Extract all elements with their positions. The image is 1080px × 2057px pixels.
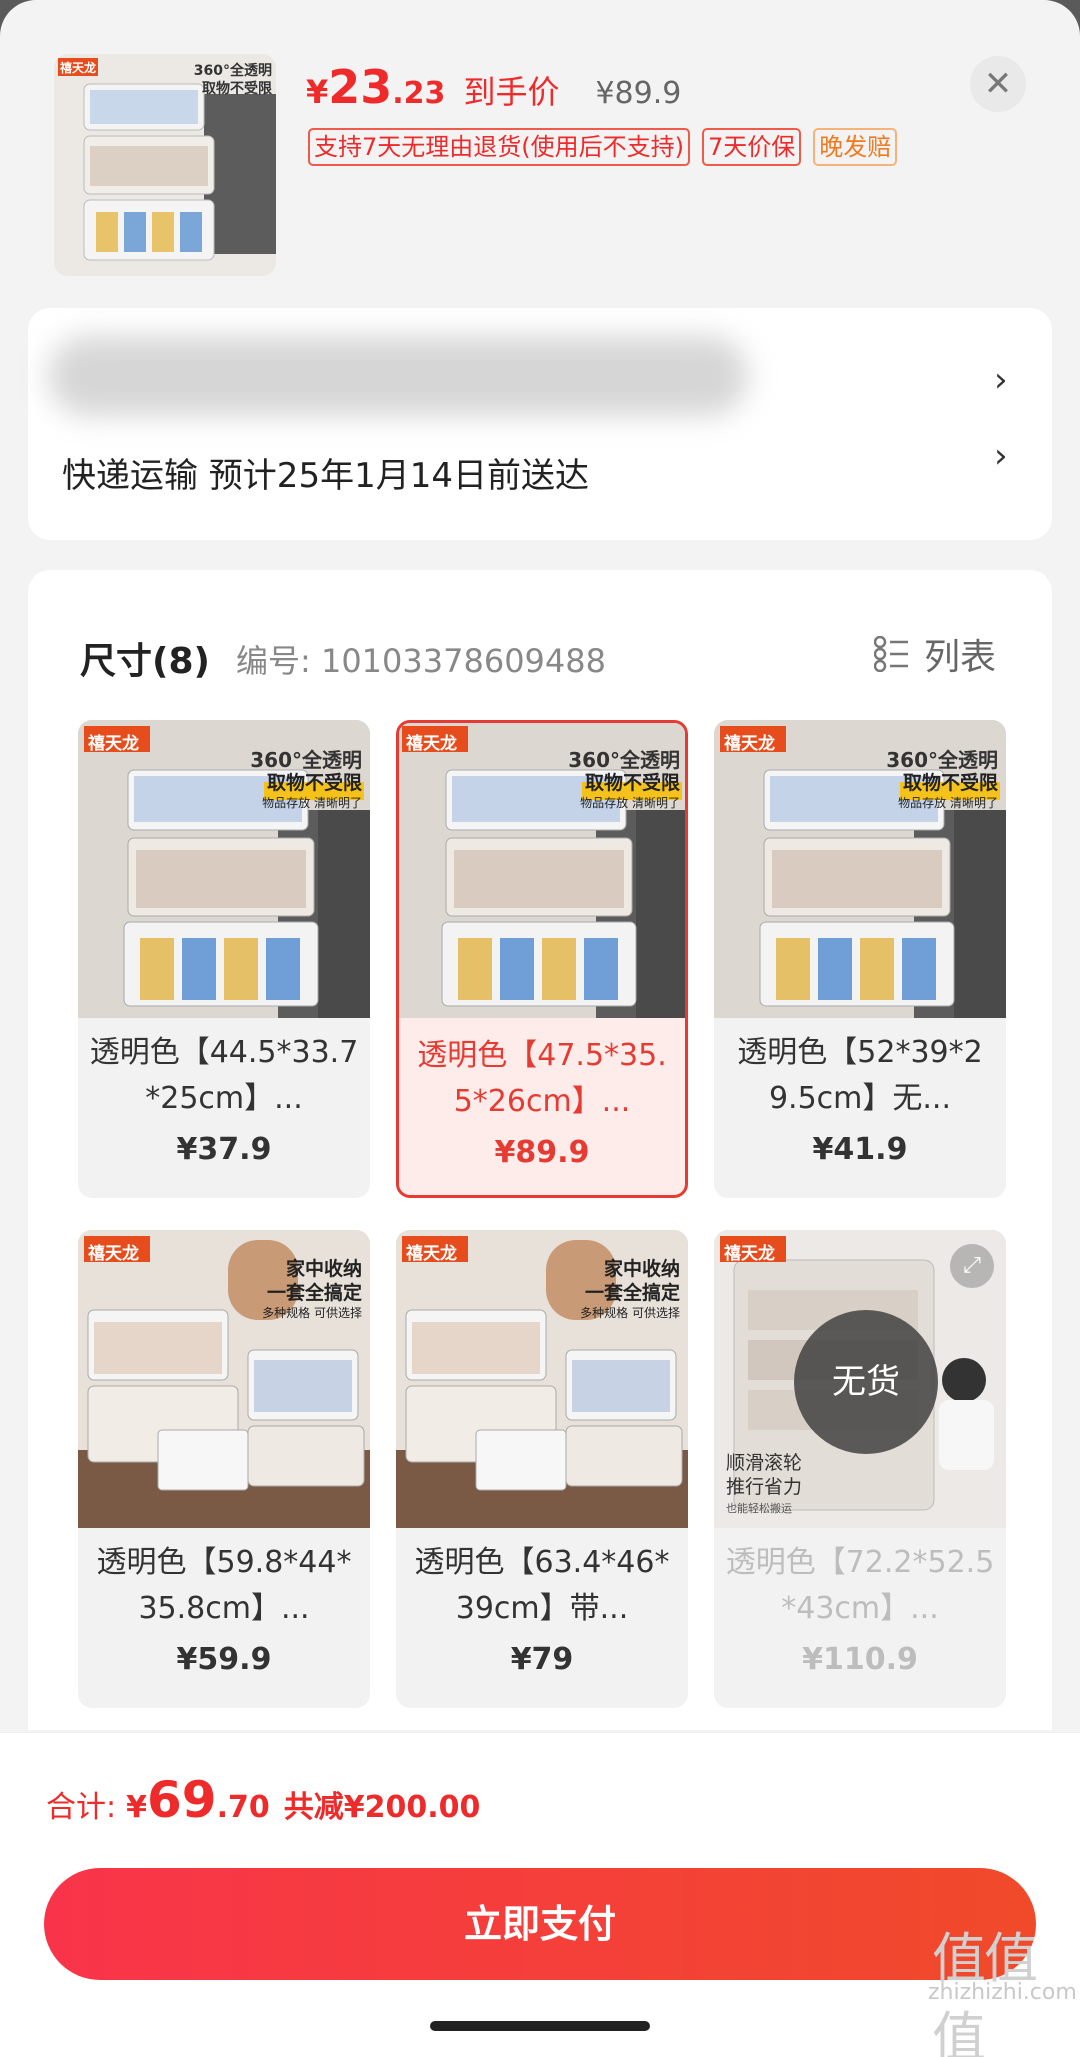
size-option-image: 禧天龙 360°全透明 取物不受限 物品存放 清晰明了 xyxy=(714,720,1006,1018)
slogan-2: 一套全搞定 xyxy=(266,1282,362,1304)
size-card: 尺寸(8) 编号: 10103378609488 列表 禧天龙 360°全透明 … xyxy=(28,570,1052,1730)
slogan-3: 物品存放 清晰明了 xyxy=(898,796,998,810)
list-toggle-label: 列表 xyxy=(924,637,997,678)
list-icon xyxy=(874,636,908,672)
thumb-brand-label: 禧天龙 xyxy=(60,61,97,75)
size-option-image: 禧天龙 360°全透明 取物不受限 物品存放 清晰明了 xyxy=(78,720,370,1018)
size-option-name: 透明色【63.4*46*39cm】带... xyxy=(414,1545,670,1626)
slogan-1: 家中收纳 xyxy=(603,1258,680,1280)
return-policy-badge[interactable]: 支持7天无理由退货(使用后不支持) xyxy=(308,128,690,166)
pay-now-button[interactable]: 立即支付 xyxy=(44,1868,1036,1980)
slogan-1: 顺滑滚轮 xyxy=(726,1452,803,1474)
home-indicator[interactable] xyxy=(430,2021,650,2031)
soldout-badge: 无货 xyxy=(794,1310,938,1454)
close-icon: ✕ xyxy=(983,64,1013,104)
thumb-slogan-2: 取物不受限 xyxy=(202,81,272,97)
slogan-3: 多种规格 可供选择 xyxy=(580,1306,680,1320)
brand-label: 禧天龙 xyxy=(406,734,457,754)
size-option-name: 透明色【59.8*44*35.8cm】... xyxy=(96,1545,352,1626)
address-chevron-icon[interactable]: › xyxy=(994,360,1008,400)
product-code: 编号: 10103378609488 xyxy=(236,642,606,680)
size-option-2-selected[interactable]: 禧天龙 360°全透明 取物不受限 物品存放 清晰明了 透明色【47.5*35.… xyxy=(396,720,688,1198)
size-option-4[interactable]: 禧天龙 家中收纳 一套全搞定 多种规格 可供选择 透明色【59.8*44*35.… xyxy=(78,1230,370,1708)
total-summary: 合计: ¥ 69 .70 共减¥200.00 xyxy=(46,1771,480,1829)
slogan-2: 一套全搞定 xyxy=(584,1282,680,1304)
total-decimal: .70 xyxy=(216,1790,270,1825)
price-row: ¥ 23 .23 到手价 ¥89.9 xyxy=(306,60,681,114)
total-label: 合计: xyxy=(46,1790,117,1825)
brand-label: 禧天龙 xyxy=(724,734,775,754)
size-option-price: ¥37.9 xyxy=(176,1132,272,1167)
brand-label: 禧天龙 xyxy=(724,1244,775,1264)
size-option-price: ¥110.9 xyxy=(802,1642,918,1677)
size-option-name: 透明色【52*39*29.5cm】无... xyxy=(737,1035,983,1116)
price-protect-badge[interactable]: 7天价保 xyxy=(702,128,802,166)
size-option-5[interactable]: 禧天龙 家中收纳 一套全搞定 多种规格 可供选择 透明色【63.4*46*39c… xyxy=(396,1230,688,1708)
slogan-1: 家中收纳 xyxy=(285,1258,362,1280)
size-option-price: ¥59.9 xyxy=(176,1642,272,1677)
expand-icon[interactable]: ⤢ xyxy=(950,1244,994,1288)
size-option-6-soldout[interactable]: 禧天龙 顺滑滚轮 推行省力 也能轻松搬运 无货 ⤢ 透明色【72.2*52.5*… xyxy=(714,1230,1006,1708)
slogan-2: 取物不受限 xyxy=(584,772,680,794)
brand-label: 禧天龙 xyxy=(88,734,139,754)
slogan-2: 推行省力 xyxy=(726,1476,803,1498)
delivery-card: › 快递运输 预计25年1月14日前送达 › xyxy=(28,308,1052,540)
sheet-header: 禧天龙 360°全透明 取物不受限 ¥ 23 .23 到手价 ¥89.9 支持7… xyxy=(0,0,1080,290)
brand-label: 禧天龙 xyxy=(88,1244,139,1264)
original-price: ¥89.9 xyxy=(595,76,682,111)
slogan-3: 多种规格 可供选择 xyxy=(262,1306,362,1320)
size-option-3[interactable]: 禧天龙 360°全透明 取物不受限 物品存放 清晰明了 透明色【52*39*29… xyxy=(714,720,1006,1198)
thumb-slogan-1: 360°全透明 xyxy=(193,63,272,79)
delivery-chevron-icon[interactable]: › xyxy=(994,436,1008,476)
size-option-image: 禧天龙 家中收纳 一套全搞定 多种规格 可供选择 xyxy=(396,1230,688,1528)
brand-label: 禧天龙 xyxy=(406,1244,457,1264)
total-currency: ¥ xyxy=(126,1790,147,1825)
size-option-image: 禧天龙 360°全透明 取物不受限 物品存放 清晰明了 xyxy=(399,723,685,1018)
close-button[interactable]: ✕ xyxy=(970,56,1026,112)
slogan-3: 物品存放 清晰明了 xyxy=(262,796,362,810)
size-option-name: 透明色【72.2*52.5*43cm】... xyxy=(725,1545,995,1626)
total-integer: 69 xyxy=(146,1771,217,1829)
price-integer: 23 xyxy=(328,60,393,114)
slogan-2: 取物不受限 xyxy=(902,772,998,794)
size-option-image: 禧天龙 顺滑滚轮 推行省力 也能轻松搬运 无货 ⤢ xyxy=(714,1230,1006,1528)
total-bar: 合计: ¥ 69 .70 共减¥200.00 xyxy=(0,1732,1080,1856)
list-view-toggle[interactable]: 列表 xyxy=(874,628,996,680)
size-option-name: 透明色【47.5*35.5*26cm】... xyxy=(417,1038,667,1119)
size-option-image: 禧天龙 家中收纳 一套全搞定 多种规格 可供选择 xyxy=(78,1230,370,1528)
address-blurred[interactable] xyxy=(48,336,748,416)
size-option-price: ¥41.9 xyxy=(812,1132,908,1167)
pay-area: 立即支付 值值值 zhizhizhi.com xyxy=(0,1856,1080,2057)
size-option-1[interactable]: 禧天龙 360°全透明 取物不受限 物品存放 清晰明了 透明色【44.5*33.… xyxy=(78,720,370,1198)
product-thumbnail[interactable]: 禧天龙 360°全透明 取物不受限 xyxy=(54,54,276,276)
delivery-estimate[interactable]: 快递运输 预计25年1月14日前送达 xyxy=(62,448,589,497)
size-option-price: ¥89.9 xyxy=(494,1135,590,1170)
price-decimal: .23 xyxy=(392,76,446,111)
service-badges: 支持7天无理由退货(使用后不支持) 7天价保 晚发赔 xyxy=(308,128,898,166)
total-discount: 共减¥200.00 xyxy=(283,1790,481,1825)
slogan-3: 物品存放 清晰明了 xyxy=(580,796,680,810)
size-option-price: ¥79 xyxy=(510,1642,574,1677)
slogan-3: 也能轻松搬运 xyxy=(726,1502,792,1515)
sku-selector-sheet: 禧天龙 360°全透明 取物不受限 ¥ 23 .23 到手价 ¥89.9 支持7… xyxy=(0,0,1080,2057)
slogan-2: 取物不受限 xyxy=(266,772,362,794)
price-tag-label: 到手价 xyxy=(463,73,560,111)
price-currency: ¥ xyxy=(306,73,329,111)
watermark: zhizhizhi.com xyxy=(928,1980,1077,2005)
size-option-name: 透明色【44.5*33.7*25cm】... xyxy=(89,1035,359,1116)
late-ship-badge[interactable]: 晚发赔 xyxy=(813,128,898,166)
size-section-title: 尺寸(8) xyxy=(80,641,210,682)
